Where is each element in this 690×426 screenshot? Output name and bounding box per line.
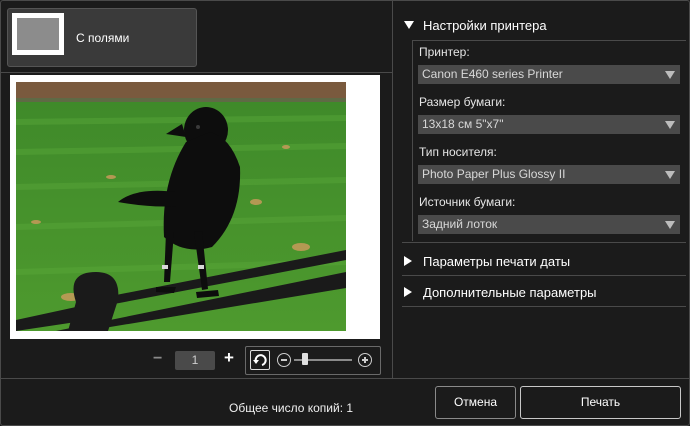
dropdown-arrow-icon — [665, 121, 675, 129]
paper-source-select[interactable]: Задний лоток — [418, 215, 680, 234]
media-type-select[interactable]: Photo Paper Plus Glossy II — [418, 165, 680, 184]
layout-thumbnail — [12, 13, 64, 55]
rotate-icon[interactable] — [250, 350, 270, 370]
paper-size-value: 13x18 см 5"x7" — [422, 117, 504, 131]
divider — [0, 72, 392, 73]
zoom-out-icon[interactable] — [277, 353, 291, 367]
layout-bordered-tile[interactable]: С полями — [7, 8, 197, 67]
zoom-in-button[interactable]: + — [224, 348, 234, 368]
expanded-arrow-icon — [404, 21, 414, 29]
divider — [0, 378, 690, 379]
dropdown-arrow-icon — [665, 71, 675, 79]
divider — [402, 306, 686, 307]
print-preview — [10, 75, 380, 339]
paper-size-label: Размер бумаги: — [419, 95, 506, 109]
printer-settings-title: Настройки принтера — [423, 18, 547, 33]
collapsed-arrow-icon — [404, 287, 412, 297]
date-print-settings-title: Параметры печати даты — [423, 254, 571, 269]
layout-label: С полями — [76, 31, 130, 45]
divider — [402, 275, 686, 276]
dropdown-arrow-icon — [665, 171, 675, 179]
preview-pane: С полями − 1 + — [0, 0, 393, 378]
date-print-settings-header[interactable]: Параметры печати даты — [404, 254, 570, 269]
advanced-settings-header[interactable]: Дополнительные параметры — [404, 285, 597, 300]
zoom-controls — [245, 346, 381, 375]
divider — [402, 242, 686, 243]
total-copies-label: Общее число копий: 1 — [229, 401, 354, 415]
preview-photo — [16, 82, 346, 331]
zoom-in-icon[interactable] — [358, 353, 372, 367]
collapsed-arrow-icon — [404, 256, 412, 266]
media-type-label: Тип носителя: — [419, 145, 497, 159]
zoom-slider-thumb[interactable] — [302, 353, 308, 365]
printer-value: Canon E460 series Printer — [422, 67, 563, 81]
paper-size-select[interactable]: 13x18 см 5"x7" — [418, 115, 680, 134]
printer-select[interactable]: Canon E460 series Printer — [418, 65, 680, 84]
printer-settings-header[interactable]: Настройки принтера — [404, 18, 547, 33]
dropdown-arrow-icon — [665, 221, 675, 229]
cancel-button[interactable]: Отмена — [435, 386, 516, 419]
zoom-value-field[interactable]: 1 — [175, 351, 215, 370]
media-type-value: Photo Paper Plus Glossy II — [422, 167, 566, 181]
paper-source-value: Задний лоток — [422, 217, 498, 231]
print-button[interactable]: Печать — [520, 386, 681, 419]
paper-source-label: Источник бумаги: — [419, 195, 516, 209]
zoom-out-button[interactable]: − — [153, 350, 162, 368]
advanced-settings-title: Дополнительные параметры — [423, 285, 597, 300]
printer-label: Принтер: — [419, 45, 470, 59]
